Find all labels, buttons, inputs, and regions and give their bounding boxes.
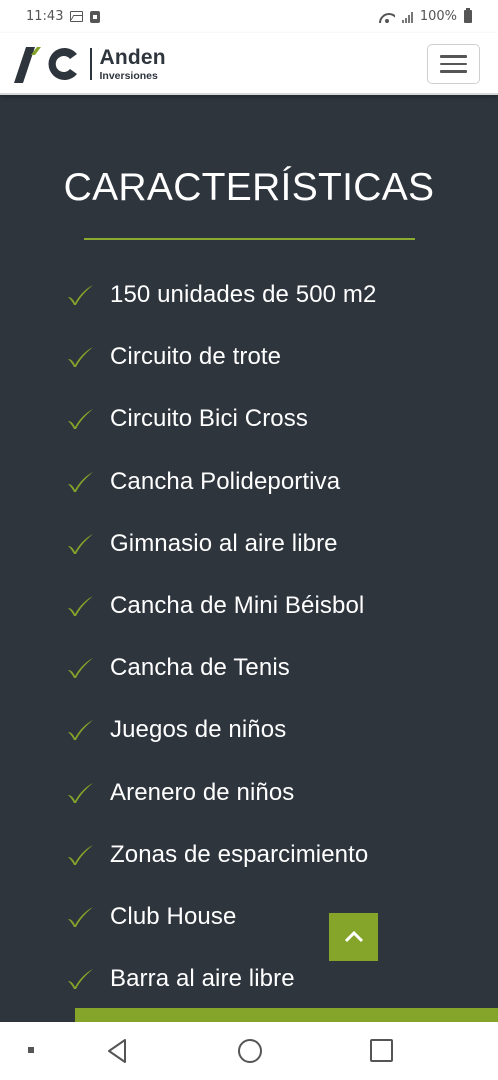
feature-label: Cancha Polideportiva xyxy=(110,467,341,495)
nav-dot-icon xyxy=(28,1047,34,1053)
check-icon xyxy=(68,658,93,679)
feature-label: 150 unidades de 500 m2 xyxy=(110,281,377,309)
check-icon xyxy=(68,471,93,492)
feature-label: Arenero de niños xyxy=(110,778,295,806)
check-icon xyxy=(68,844,93,865)
feature-item: 150 unidades de 500 m2 xyxy=(66,264,376,326)
features-list: 150 unidades de 500 m2 Circuito de trote… xyxy=(66,264,376,1010)
status-bar: 11:43 100% xyxy=(0,0,498,33)
hamburger-menu-icon-line xyxy=(440,62,467,66)
back-icon[interactable] xyxy=(106,1038,128,1064)
feature-label: Circuito Bici Cross xyxy=(110,405,308,433)
feature-label: Barra al aire libre xyxy=(110,965,295,993)
status-left: 11:43 xyxy=(26,9,101,24)
check-icon xyxy=(68,533,93,554)
check-icon xyxy=(68,347,93,368)
check-icon xyxy=(68,409,93,430)
green-banner xyxy=(75,1008,498,1022)
signal-icon xyxy=(401,11,413,23)
store-notification-icon xyxy=(90,10,101,23)
check-icon xyxy=(68,906,93,927)
feature-label: Cancha de Mini Béisbol xyxy=(110,592,365,620)
title-divider xyxy=(84,238,415,240)
feature-item: Zonas de esparcimiento xyxy=(66,824,376,886)
hamburger-menu-icon-line xyxy=(440,55,467,58)
hamburger-menu-button[interactable] xyxy=(427,44,480,84)
scroll-to-top-button[interactable] xyxy=(329,913,378,961)
section-title: CARACTERÍSTICAS xyxy=(63,166,435,209)
check-icon xyxy=(68,285,93,306)
battery-icon xyxy=(464,8,472,23)
site-header: Anden Inversiones xyxy=(0,33,498,95)
home-icon[interactable] xyxy=(238,1039,262,1063)
feature-label: Circuito de trote xyxy=(110,343,282,371)
feature-label: Gimnasio al aire libre xyxy=(110,529,338,557)
check-icon xyxy=(68,596,93,617)
battery-level: 100% xyxy=(419,9,457,24)
hamburger-menu-icon-line xyxy=(440,70,467,73)
feature-item: Cancha de Mini Béisbol xyxy=(66,575,376,637)
feature-item: Circuito Bici Cross xyxy=(66,388,376,450)
feature-item: Juegos de niños xyxy=(66,699,376,761)
feature-item: Circuito de trote xyxy=(66,326,376,388)
check-icon xyxy=(68,782,93,803)
recent-apps-icon[interactable] xyxy=(370,1039,393,1062)
check-icon xyxy=(68,720,93,741)
feature-item: Cancha Polideportiva xyxy=(66,451,376,513)
anden-logo-mark xyxy=(14,47,77,83)
wifi-icon xyxy=(379,11,395,23)
status-time: 11:43 xyxy=(26,9,64,24)
status-right: 100% xyxy=(379,8,472,24)
feature-item: Gimnasio al aire libre xyxy=(66,513,376,575)
logo-divider xyxy=(90,48,92,80)
android-nav-bar xyxy=(0,1022,498,1080)
feature-label: Zonas de esparcimiento xyxy=(110,840,369,868)
chevron-up-icon xyxy=(344,930,363,943)
feature-label: Club House xyxy=(110,902,237,930)
logo-text: Anden Inversiones xyxy=(100,47,166,82)
logo[interactable]: Anden Inversiones xyxy=(14,43,166,85)
feature-label: Juegos de niños xyxy=(110,716,287,744)
feature-item: Arenero de niños xyxy=(66,762,376,824)
feature-item: Cancha de Tenis xyxy=(66,637,376,699)
check-icon xyxy=(68,969,93,990)
logo-subtitle: Inversiones xyxy=(99,69,158,82)
logo-name: Anden xyxy=(99,45,166,69)
feature-label: Cancha de Tenis xyxy=(110,654,290,682)
gallery-notification-icon xyxy=(70,11,84,22)
